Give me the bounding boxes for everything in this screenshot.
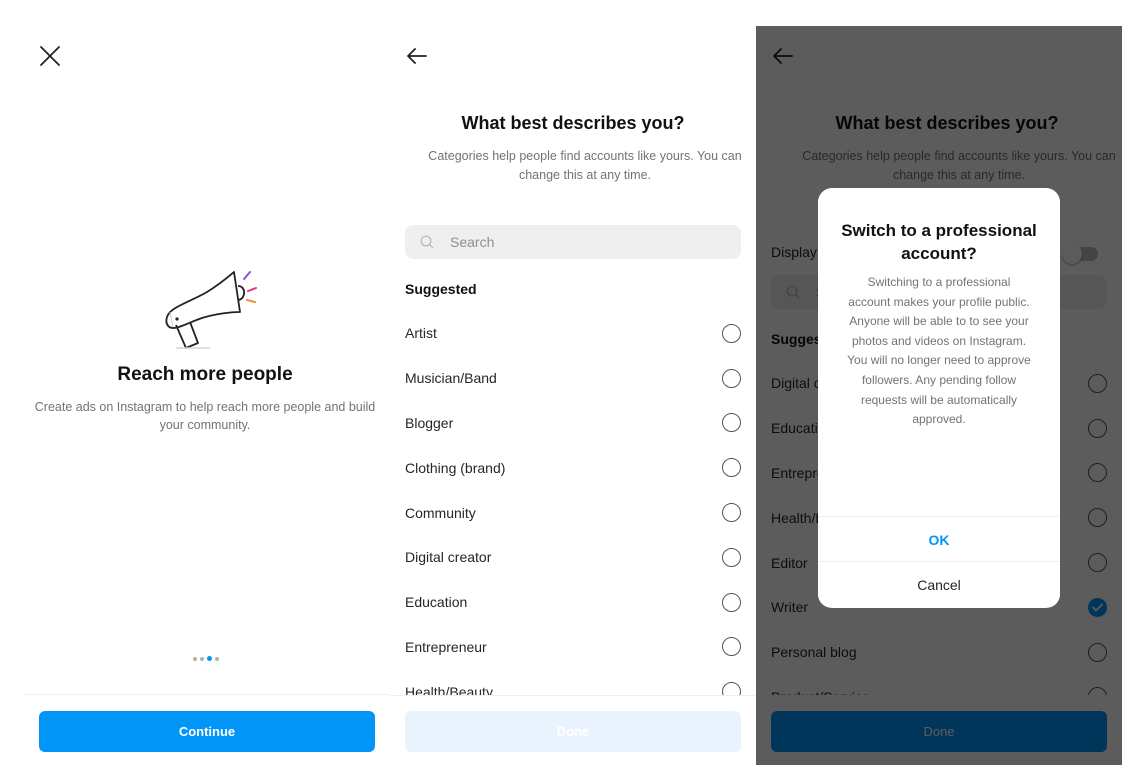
category-label: Clothing (brand): [405, 459, 506, 476]
pager-dot-active: [207, 656, 212, 661]
category-option[interactable]: Clothing (brand): [390, 445, 756, 490]
pager-dot: [193, 656, 197, 661]
category-option[interactable]: Artist: [390, 311, 756, 356]
page-description: Create ads on Instagram to help reach mo…: [34, 400, 376, 432]
pager-dots: [193, 656, 219, 661]
radio-button[interactable]: [722, 592, 741, 612]
ok-button[interactable]: OK: [818, 516, 1060, 562]
dialog-title: Switch to a professional account?: [841, 221, 1037, 263]
pager-dot: [200, 656, 204, 661]
category-list: Artist Musician/Band Blogger Clothing (bran…: [390, 311, 756, 714]
radio-button[interactable]: [722, 637, 741, 657]
radio-button[interactable]: [722, 368, 741, 388]
screen-category-select: What best describes you? Categories help…: [390, 0, 756, 781]
radio-button[interactable]: [722, 458, 741, 478]
frame-edge: [1122, 0, 1134, 781]
footer-divider: [24, 694, 390, 695]
category-label: Blogger: [405, 414, 454, 431]
category-label: Musician/Band: [405, 370, 497, 387]
search-input[interactable]: [448, 233, 732, 251]
radio-button[interactable]: [722, 503, 741, 523]
done-button[interactable]: Done: [405, 711, 741, 752]
screen-category-select-dialog: What best describes you? Categories help…: [756, 0, 1134, 781]
radio-button[interactable]: [722, 547, 741, 567]
category-label: Education: [405, 594, 468, 611]
page-description: Categories help people find accounts lik…: [428, 149, 742, 182]
dialog-body: Switching to a professional account make…: [847, 275, 1031, 427]
megaphone-icon: [165, 271, 257, 349]
radio-button[interactable]: [722, 323, 741, 343]
switch-professional-dialog: Switch to a professional account? Switch…: [818, 188, 1060, 608]
section-label-suggested: Suggested: [405, 281, 477, 297]
frame-edge: [756, 0, 1134, 26]
category-option[interactable]: Blogger: [390, 401, 756, 446]
cancel-button[interactable]: Cancel: [818, 561, 1060, 607]
continue-button[interactable]: Continue: [39, 711, 375, 752]
back-arrow-icon: [407, 48, 427, 64]
category-option[interactable]: Entrepreneur: [390, 625, 756, 670]
category-option[interactable]: Education: [390, 580, 756, 625]
close-icon: [40, 46, 60, 66]
category-label: Entrepreneur: [405, 638, 487, 655]
page-title: What best describes you?: [461, 113, 685, 133]
page-title: Reach more people: [117, 364, 293, 385]
back-button[interactable]: [405, 44, 429, 68]
category-label: Community: [405, 504, 476, 521]
category-label: Artist: [405, 325, 437, 342]
category-option[interactable]: Musician/Band: [390, 356, 756, 401]
category-label: Digital creator: [405, 549, 492, 566]
close-button[interactable]: [38, 44, 62, 68]
pager-dot: [215, 656, 219, 661]
frame-edge: [756, 765, 1134, 781]
category-option[interactable]: Digital creator: [390, 535, 756, 580]
radio-button[interactable]: [722, 413, 741, 433]
category-option[interactable]: Community: [390, 490, 756, 535]
search-icon: [420, 235, 434, 249]
search-bar[interactable]: [405, 225, 741, 259]
screen-reach-more-people: Reach more people Create ads on Instagra…: [0, 0, 390, 781]
